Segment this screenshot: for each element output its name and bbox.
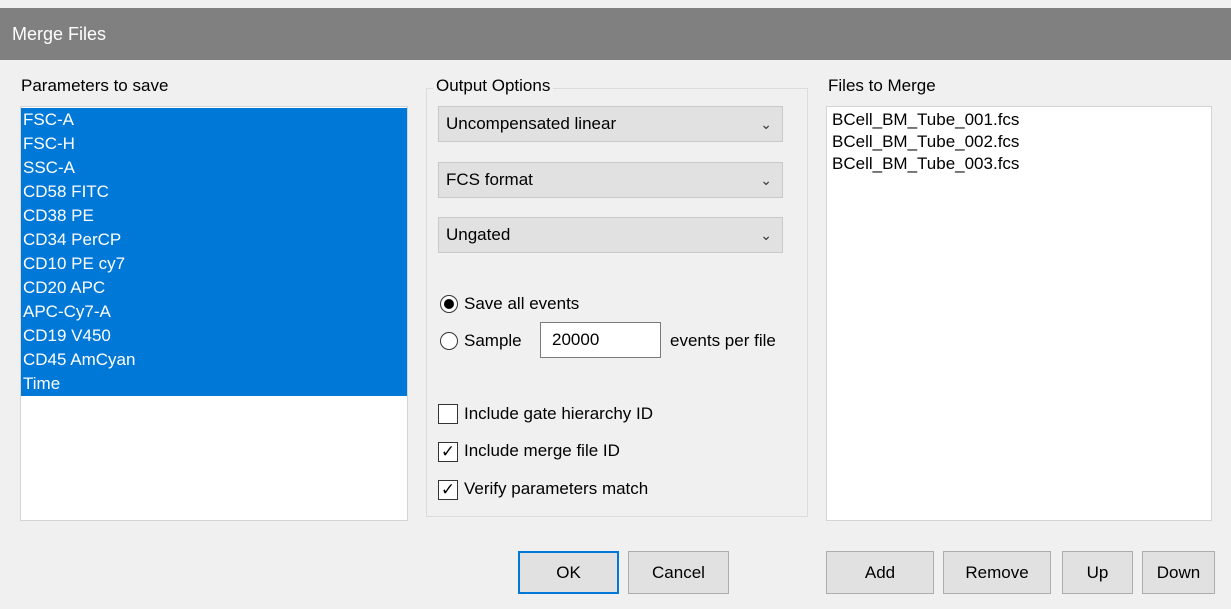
save-all-radio[interactable]: [440, 295, 458, 313]
file-item[interactable]: BCell_BM_Tube_003.fcs: [832, 153, 1019, 175]
down-button[interactable]: Down: [1142, 551, 1215, 594]
file-item[interactable]: BCell_BM_Tube_002.fcs: [832, 131, 1019, 153]
parameters-label: Parameters to save: [21, 76, 169, 95]
parameter-item[interactable]: FSC-A: [21, 108, 407, 132]
verify-params-checkbox[interactable]: ✓: [438, 480, 458, 500]
parameter-item[interactable]: Time: [21, 372, 407, 396]
include-gate-hierarchy-label[interactable]: Include gate hierarchy ID: [464, 404, 653, 424]
parameter-item[interactable]: APC-Cy7-A: [21, 300, 407, 324]
sample-count-input[interactable]: 20000: [540, 322, 661, 358]
window-title: Merge Files: [12, 24, 107, 44]
gating-select[interactable]: Ungated ⌄: [438, 217, 783, 253]
parameters-listbox[interactable]: FSC-A FSC-H SSC-A CD58 FITC CD38 PE CD34…: [20, 106, 408, 521]
format-select[interactable]: FCS format ⌄: [438, 162, 783, 198]
parameter-item[interactable]: CD45 AmCyan: [21, 348, 407, 372]
compensation-select[interactable]: Uncompensated linear ⌄: [438, 106, 783, 142]
cancel-button[interactable]: Cancel: [628, 551, 729, 594]
parameter-item[interactable]: CD10 PE cy7: [21, 252, 407, 276]
events-per-file-label: events per file: [670, 331, 776, 350]
checkmark-icon: ✓: [440, 442, 456, 461]
parameter-item[interactable]: CD38 PE: [21, 204, 407, 228]
parameter-item[interactable]: SSC-A: [21, 156, 407, 180]
verify-params-label[interactable]: Verify parameters match: [464, 479, 648, 499]
include-merge-file-checkbox[interactable]: ✓: [438, 442, 458, 462]
add-button[interactable]: Add: [826, 551, 934, 594]
file-item[interactable]: BCell_BM_Tube_001.fcs: [832, 109, 1019, 131]
parameter-item[interactable]: FSC-H: [21, 132, 407, 156]
sample-label[interactable]: Sample: [464, 331, 522, 351]
parameter-item[interactable]: CD19 V450: [21, 324, 407, 348]
save-all-label[interactable]: Save all events: [464, 294, 579, 314]
include-merge-file-label[interactable]: Include merge file ID: [464, 441, 620, 461]
up-button[interactable]: Up: [1062, 551, 1133, 594]
chevron-down-icon: ⌄: [760, 116, 772, 132]
chevron-down-icon: ⌄: [760, 227, 772, 243]
remove-button[interactable]: Remove: [943, 551, 1051, 594]
chevron-down-icon: ⌄: [760, 172, 772, 188]
gating-value: Ungated: [446, 225, 511, 244]
ok-button[interactable]: OK: [518, 551, 619, 594]
parameter-item[interactable]: CD20 APC: [21, 276, 407, 300]
include-gate-hierarchy-checkbox[interactable]: [438, 404, 458, 424]
merge-files-dialog: Merge Files Parameters to save FSC-A FSC…: [0, 0, 1231, 609]
files-to-merge-label: Files to Merge: [828, 76, 936, 95]
files-listbox[interactable]: BCell_BM_Tube_001.fcs BCell_BM_Tube_002.…: [826, 106, 1212, 521]
output-options-label: Output Options: [433, 76, 554, 96]
compensation-value: Uncompensated linear: [446, 114, 617, 133]
parameter-item[interactable]: CD34 PerCP: [21, 228, 407, 252]
checkmark-icon: ✓: [440, 480, 456, 499]
format-value: FCS format: [446, 170, 533, 189]
sample-radio[interactable]: [440, 332, 458, 350]
title-bar[interactable]: Merge Files: [0, 8, 1231, 60]
parameter-item[interactable]: CD58 FITC: [21, 180, 407, 204]
